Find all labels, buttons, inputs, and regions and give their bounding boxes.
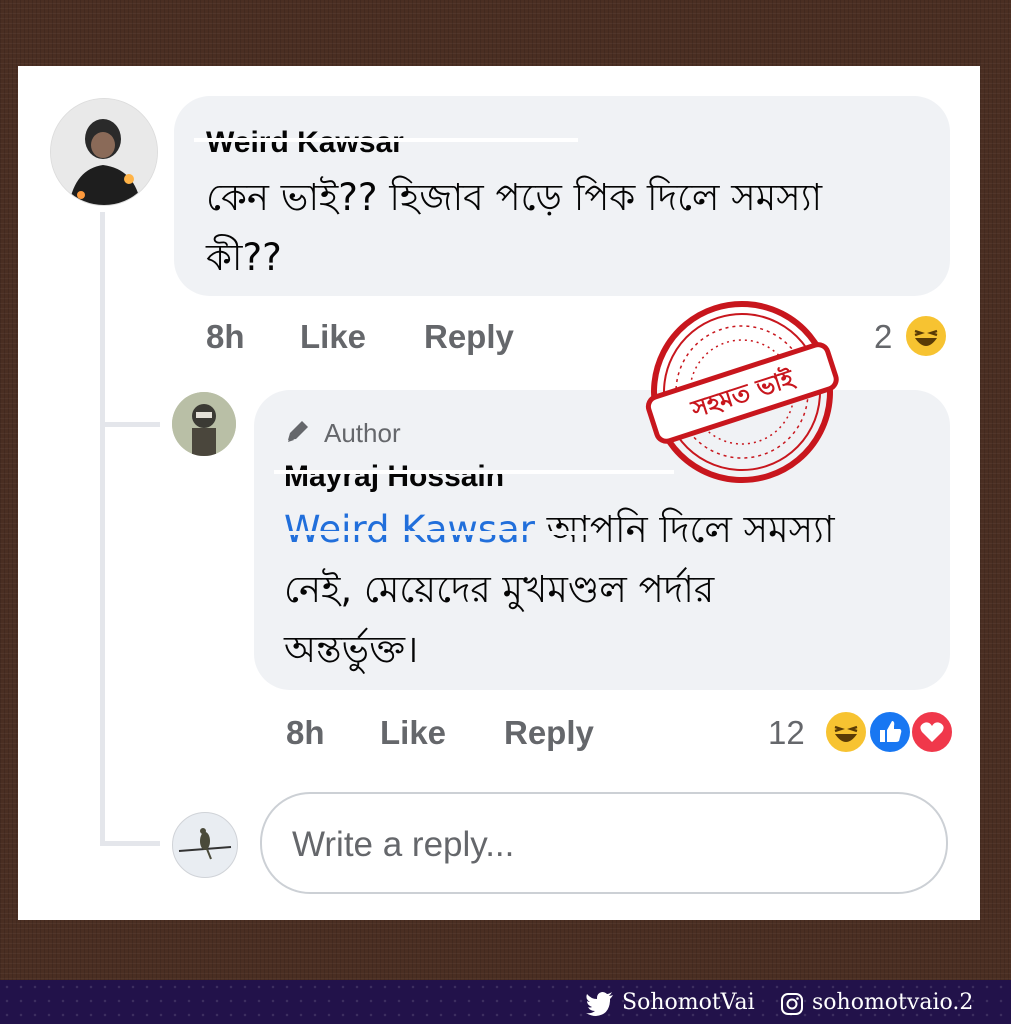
reply-author-avatar-photo	[172, 392, 236, 456]
comment-bubble[interactable]: Weird Kawsar কেন ভাই?? হিজাব পড়ে পিক দি…	[174, 96, 950, 296]
name-redaction-line-reply	[274, 470, 674, 474]
pencil-icon	[288, 421, 308, 442]
mention-redaction-line	[274, 531, 594, 535]
reply-composer-input[interactable]: Write a reply...	[260, 792, 948, 894]
instagram-handle[interactable]: sohomotvaio.2	[812, 990, 973, 1015]
haha-icon	[904, 314, 948, 358]
thread-line-vertical	[100, 212, 105, 846]
haha-icon-reply	[824, 710, 868, 754]
reply-author-avatar[interactable]	[172, 392, 236, 456]
reply-author-name[interactable]: Mayraj Hossain	[284, 460, 504, 494]
like-icon	[868, 710, 912, 754]
twitter-icon	[586, 992, 613, 1016]
reply-text-line-1-rest: আপনি দিলে সমস্যা	[534, 508, 835, 551]
bird-icon	[178, 828, 232, 860]
reply-reply-button[interactable]: Reply	[504, 714, 594, 752]
thread-line-branch-reply	[100, 422, 160, 427]
comment-like-button[interactable]: Like	[300, 318, 366, 356]
reply-bubble[interactable]: Author Mayraj Hossain Weird Kawsar আপনি …	[254, 390, 950, 690]
reply-composer-placeholder: Write a reply...	[292, 825, 515, 864]
comment-text-line-1: কেন ভাই?? হিজাব পড়ে পিক দিলে সমস্যা	[206, 176, 823, 219]
commenter-avatar[interactable]	[50, 98, 158, 206]
reply-reaction-count[interactable]: 12	[768, 714, 805, 752]
reply-like-button[interactable]: Like	[380, 714, 446, 752]
love-icon	[910, 710, 954, 754]
reply-text-line-3: অন্তর্ভুক্ত।	[284, 628, 419, 671]
reply-text-line-1: Weird Kawsar আপনি দিলে সমস্যা	[284, 500, 835, 560]
twitter-handle[interactable]: SohomotVai	[622, 990, 755, 1015]
instagram-icon	[781, 993, 803, 1015]
comment-author-name[interactable]: Weird Kawsar	[206, 126, 404, 160]
author-badge: Author	[324, 418, 401, 448]
mention-link[interactable]: Weird Kawsar	[284, 508, 535, 551]
watermark-footer: SohomotVai sohomotvaio.2	[0, 980, 1011, 1024]
comment-reaction-count[interactable]: 2	[874, 318, 892, 356]
commenter-avatar-photo	[51, 99, 157, 205]
comment-reply-button[interactable]: Reply	[424, 318, 514, 356]
reply-timestamp[interactable]: 8h	[286, 714, 325, 752]
sohomot-vai-stamp: সহমত ভাই	[645, 301, 839, 483]
reply-text-line-2: নেই, মেয়েদের মুখমণ্ডল পর্দার	[284, 568, 715, 611]
comment-text-line-2: কী??	[206, 236, 282, 279]
comment-timestamp[interactable]: 8h	[206, 318, 245, 356]
comment-card: Weird Kawsar কেন ভাই?? হিজাব পড়ে পিক দি…	[18, 66, 980, 920]
name-redaction-line	[194, 138, 578, 142]
current-user-avatar[interactable]	[172, 812, 238, 878]
thread-line-branch-composer	[100, 841, 160, 846]
